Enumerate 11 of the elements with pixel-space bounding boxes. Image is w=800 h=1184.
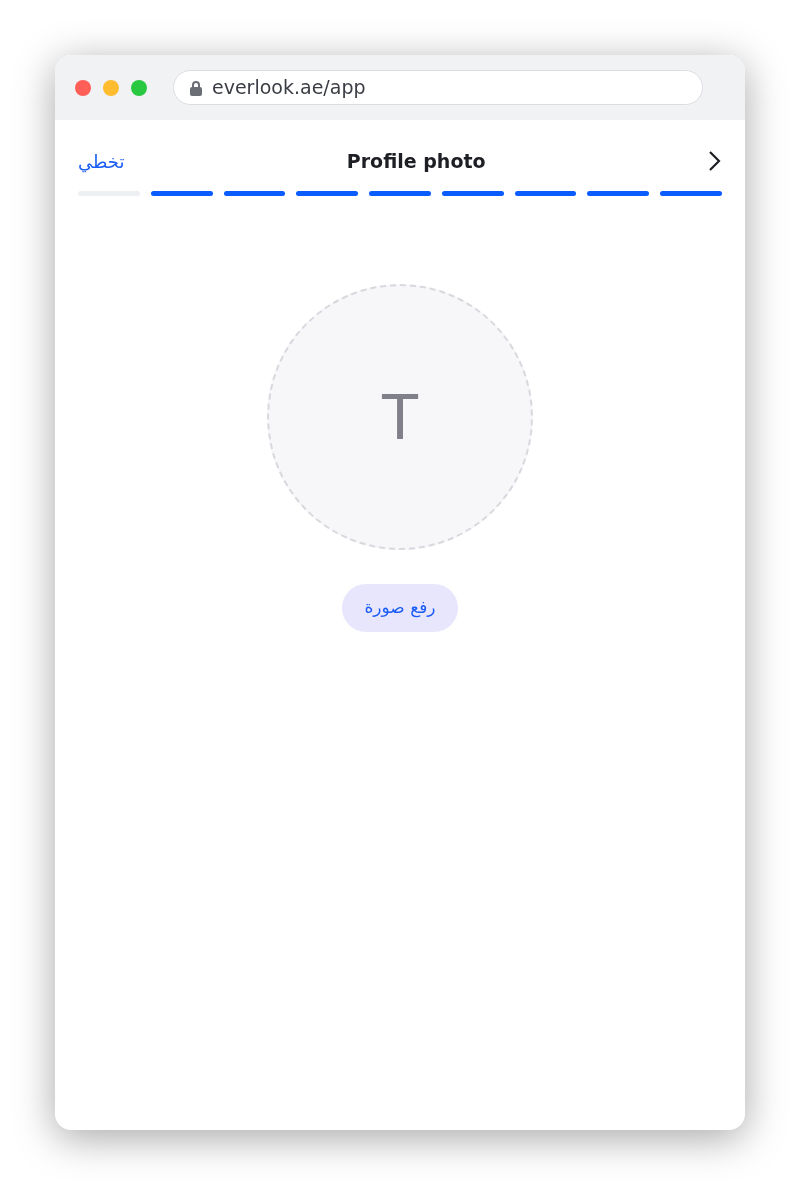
- minimize-icon[interactable]: [103, 79, 119, 96]
- upload-photo-button[interactable]: رفع صورة: [342, 584, 458, 632]
- url-text: everlook.ae/app: [212, 75, 366, 101]
- skip-link[interactable]: تخطي: [78, 147, 125, 175]
- lock-icon: [190, 79, 202, 96]
- page-title: Profile photo: [346, 148, 486, 174]
- address-bar[interactable]: everlook.ae/app: [173, 70, 703, 105]
- chevron-right-icon[interactable]: [708, 150, 722, 172]
- avatar-initial: T: [380, 380, 420, 455]
- close-icon[interactable]: [75, 79, 91, 96]
- maximize-icon[interactable]: [131, 79, 147, 96]
